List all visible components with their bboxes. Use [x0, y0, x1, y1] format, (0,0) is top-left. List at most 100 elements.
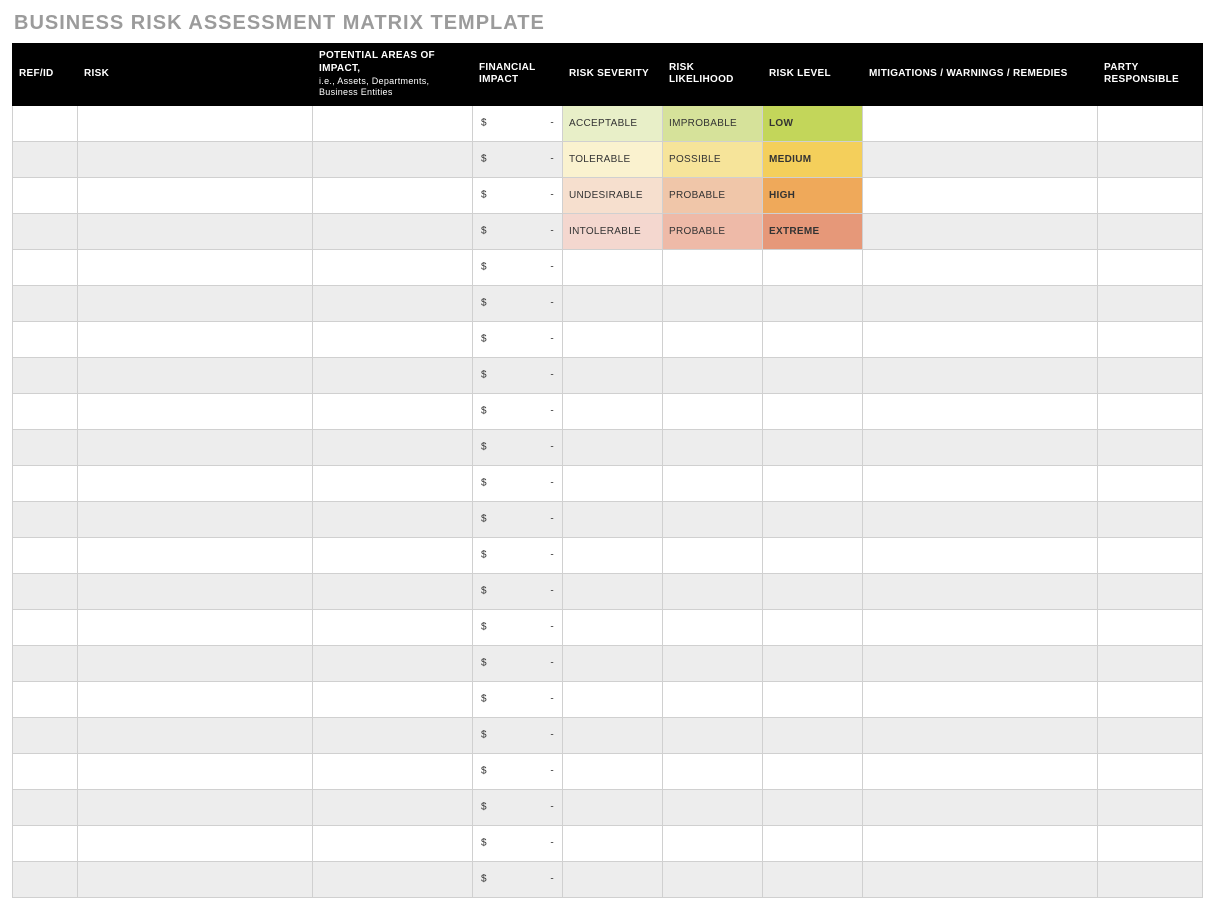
cell-ref[interactable] [13, 465, 78, 501]
cell-severity[interactable]: ACCEPTABLE [563, 105, 663, 141]
cell-likelihood[interactable]: POSSIBLE [663, 141, 763, 177]
cell-ref[interactable] [13, 285, 78, 321]
cell-party-responsible[interactable] [1098, 861, 1203, 897]
cell-level[interactable] [763, 393, 863, 429]
cell-severity[interactable] [563, 573, 663, 609]
cell-impact-areas[interactable] [313, 357, 473, 393]
cell-financial-impact[interactable]: $- [473, 141, 563, 177]
cell-level[interactable] [763, 573, 863, 609]
cell-impact-areas[interactable] [313, 717, 473, 753]
cell-financial-impact[interactable]: $- [473, 645, 563, 681]
cell-impact-areas[interactable] [313, 573, 473, 609]
cell-mitigations[interactable] [863, 393, 1098, 429]
cell-party-responsible[interactable] [1098, 537, 1203, 573]
cell-risk[interactable] [78, 645, 313, 681]
cell-likelihood[interactable] [663, 573, 763, 609]
cell-impact-areas[interactable] [313, 825, 473, 861]
cell-financial-impact[interactable]: $- [473, 249, 563, 285]
cell-mitigations[interactable] [863, 177, 1098, 213]
cell-mitigations[interactable] [863, 249, 1098, 285]
cell-risk[interactable] [78, 105, 313, 141]
cell-level[interactable] [763, 465, 863, 501]
cell-financial-impact[interactable]: $- [473, 501, 563, 537]
cell-mitigations[interactable] [863, 321, 1098, 357]
cell-party-responsible[interactable] [1098, 249, 1203, 285]
cell-risk[interactable] [78, 141, 313, 177]
cell-ref[interactable] [13, 105, 78, 141]
cell-likelihood[interactable] [663, 393, 763, 429]
cell-party-responsible[interactable] [1098, 501, 1203, 537]
cell-likelihood[interactable]: PROBABLE [663, 213, 763, 249]
cell-ref[interactable] [13, 177, 78, 213]
cell-severity[interactable]: TOLERABLE [563, 141, 663, 177]
cell-financial-impact[interactable]: $- [473, 861, 563, 897]
cell-severity[interactable] [563, 357, 663, 393]
cell-severity[interactable] [563, 681, 663, 717]
cell-risk[interactable] [78, 357, 313, 393]
cell-mitigations[interactable] [863, 717, 1098, 753]
cell-likelihood[interactable] [663, 357, 763, 393]
cell-level[interactable] [763, 717, 863, 753]
cell-risk[interactable] [78, 177, 313, 213]
cell-mitigations[interactable] [863, 465, 1098, 501]
cell-mitigations[interactable] [863, 861, 1098, 897]
cell-impact-areas[interactable] [313, 141, 473, 177]
cell-risk[interactable] [78, 573, 313, 609]
cell-impact-areas[interactable] [313, 465, 473, 501]
cell-impact-areas[interactable] [313, 429, 473, 465]
cell-financial-impact[interactable]: $- [473, 321, 563, 357]
cell-mitigations[interactable] [863, 105, 1098, 141]
cell-likelihood[interactable] [663, 717, 763, 753]
cell-severity[interactable] [563, 825, 663, 861]
cell-likelihood[interactable] [663, 321, 763, 357]
cell-impact-areas[interactable] [313, 177, 473, 213]
cell-mitigations[interactable] [863, 141, 1098, 177]
cell-severity[interactable] [563, 609, 663, 645]
cell-severity[interactable]: INTOLERABLE [563, 213, 663, 249]
cell-party-responsible[interactable] [1098, 825, 1203, 861]
cell-party-responsible[interactable] [1098, 753, 1203, 789]
cell-party-responsible[interactable] [1098, 213, 1203, 249]
cell-level[interactable] [763, 609, 863, 645]
cell-severity[interactable] [563, 501, 663, 537]
cell-financial-impact[interactable]: $- [473, 285, 563, 321]
cell-severity[interactable] [563, 285, 663, 321]
cell-party-responsible[interactable] [1098, 717, 1203, 753]
cell-impact-areas[interactable] [313, 789, 473, 825]
cell-level[interactable] [763, 825, 863, 861]
cell-mitigations[interactable] [863, 501, 1098, 537]
cell-likelihood[interactable]: IMPROBABLE [663, 105, 763, 141]
cell-likelihood[interactable] [663, 645, 763, 681]
cell-likelihood[interactable]: PROBABLE [663, 177, 763, 213]
cell-financial-impact[interactable]: $- [473, 429, 563, 465]
cell-financial-impact[interactable]: $- [473, 465, 563, 501]
cell-mitigations[interactable] [863, 213, 1098, 249]
cell-impact-areas[interactable] [313, 645, 473, 681]
cell-financial-impact[interactable]: $- [473, 357, 563, 393]
cell-financial-impact[interactable]: $- [473, 177, 563, 213]
cell-party-responsible[interactable] [1098, 789, 1203, 825]
cell-party-responsible[interactable] [1098, 465, 1203, 501]
cell-level[interactable] [763, 537, 863, 573]
cell-financial-impact[interactable]: $- [473, 825, 563, 861]
cell-party-responsible[interactable] [1098, 321, 1203, 357]
cell-level[interactable]: HIGH [763, 177, 863, 213]
cell-mitigations[interactable] [863, 429, 1098, 465]
cell-impact-areas[interactable] [313, 681, 473, 717]
cell-likelihood[interactable] [663, 429, 763, 465]
cell-level[interactable] [763, 357, 863, 393]
cell-ref[interactable] [13, 321, 78, 357]
cell-ref[interactable] [13, 717, 78, 753]
cell-severity[interactable] [563, 861, 663, 897]
cell-level[interactable] [763, 429, 863, 465]
cell-party-responsible[interactable] [1098, 105, 1203, 141]
cell-ref[interactable] [13, 861, 78, 897]
cell-likelihood[interactable] [663, 249, 763, 285]
cell-party-responsible[interactable] [1098, 645, 1203, 681]
cell-risk[interactable] [78, 465, 313, 501]
cell-severity[interactable] [563, 429, 663, 465]
cell-likelihood[interactable] [663, 609, 763, 645]
cell-financial-impact[interactable]: $- [473, 717, 563, 753]
cell-impact-areas[interactable] [313, 501, 473, 537]
cell-risk[interactable] [78, 681, 313, 717]
